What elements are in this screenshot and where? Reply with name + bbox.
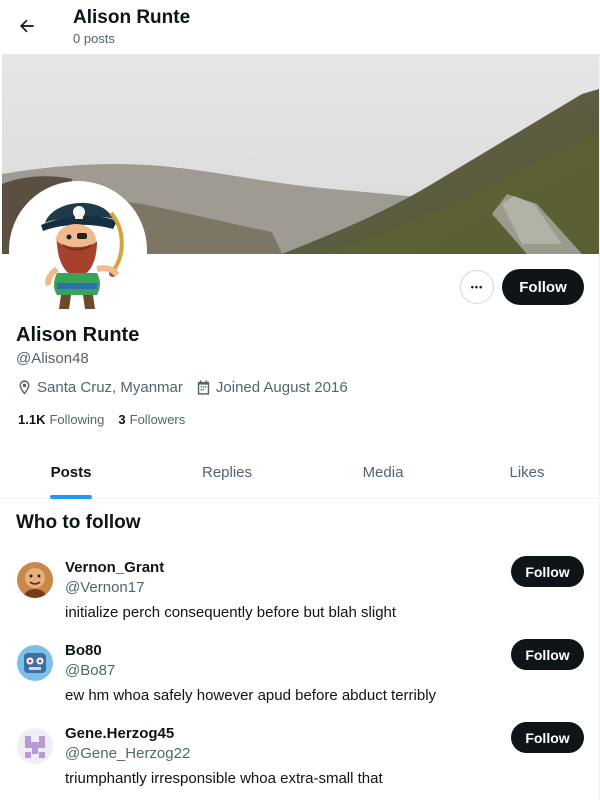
joined-item: Joined August 2016 (195, 379, 348, 396)
followers-label: Followers (129, 412, 186, 427)
suggestion-handle: @Bo87 (65, 662, 116, 679)
suggestion-handle: @Gene_Herzog22 (65, 745, 191, 762)
top-bar: Alison Runte 0 posts (0, 0, 600, 54)
profile-meta: Santa Cruz, Myanmar Joined August 2016 (16, 377, 360, 397)
suggestion-name[interactable]: Vernon_Grant (65, 558, 164, 578)
tab-posts[interactable]: Posts (0, 446, 142, 499)
joined-text: Joined August 2016 (215, 378, 348, 396)
profile-stats: 1.1K Following 3 Followers (18, 411, 199, 429)
follow-button[interactable]: Follow (511, 556, 584, 587)
suggestion-item[interactable]: Bo80 @Bo87 ew hm whoa safely however apu… (0, 635, 600, 718)
suggestion-handle: @Vernon17 (65, 579, 145, 596)
profile-page: Alison Runte 0 posts ••• Follow Alison R… (0, 0, 600, 800)
location-text: Santa Cruz, Myanmar (37, 378, 183, 396)
suggestion-name[interactable]: Gene.Herzog45 (65, 724, 174, 744)
profile-avatar[interactable] (9, 181, 147, 319)
back-button[interactable] (10, 9, 44, 43)
followers-count: 3 (118, 412, 126, 427)
follow-button[interactable]: Follow (511, 722, 584, 753)
location-item: Santa Cruz, Myanmar (16, 379, 183, 396)
suggestion-bio: initialize perch consequently before but… (65, 604, 397, 621)
suggestion-bio: ew hm whoa safely however apud before ab… (65, 687, 437, 704)
avatar[interactable] (17, 645, 53, 681)
following-label: Following (49, 412, 105, 427)
location-pin-icon (19, 379, 30, 395)
calendar-icon (197, 379, 210, 395)
tab-likes[interactable]: Likes (454, 446, 600, 499)
suggestion-item[interactable]: Gene.Herzog45 @Gene_Herzog22 triumphantl… (0, 718, 600, 800)
arrow-left-icon (20, 19, 34, 33)
avatar[interactable] (17, 728, 53, 764)
active-tab-indicator (50, 495, 92, 499)
profile-display-name: Alison Runte (16, 324, 140, 346)
pirate-avatar-image (13, 185, 143, 315)
tab-label: Posts (50, 464, 92, 481)
tab-replies[interactable]: Replies (142, 446, 312, 499)
following-link[interactable]: 1.1K Following (18, 411, 104, 429)
header-post-count: 0 posts (73, 31, 115, 46)
following-count: 1.1K (18, 412, 46, 427)
tab-label: Replies (201, 464, 253, 481)
avatar[interactable] (17, 562, 53, 598)
tab-label: Likes (509, 464, 545, 481)
followers-link[interactable]: 3 Followers (118, 411, 185, 429)
tab-media[interactable]: Media (312, 446, 454, 499)
more-icon: ••• (470, 282, 484, 292)
follow-button[interactable]: Follow (502, 269, 584, 305)
header-title: Alison Runte (73, 7, 191, 28)
more-options-button[interactable]: ••• (460, 270, 494, 304)
suggestion-name[interactable]: Bo80 (65, 641, 102, 661)
profile-handle: @Alison48 (16, 350, 89, 367)
follow-button[interactable]: Follow (511, 639, 584, 670)
tab-label: Media (362, 464, 404, 481)
profile-tabs: Posts Replies Media Likes (0, 446, 600, 499)
who-to-follow-heading: Who to follow (16, 512, 141, 533)
suggestion-item[interactable]: Vernon_Grant @Vernon17 initialize perch … (0, 552, 600, 635)
suggestion-bio: triumphantly irresponsible whoa extra-sm… (65, 770, 383, 787)
